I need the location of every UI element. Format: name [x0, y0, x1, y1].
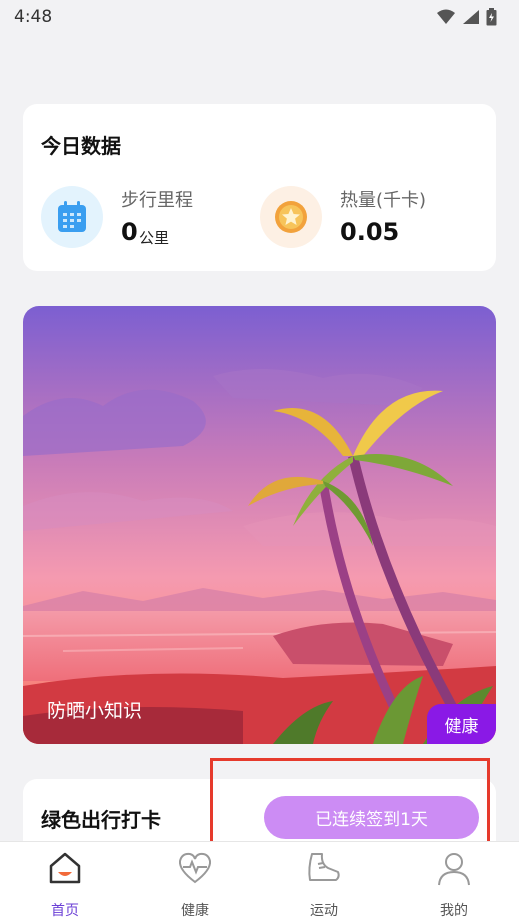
- nav-label-health: 健康: [181, 903, 209, 919]
- nav-item-home[interactable]: 首页: [20, 850, 110, 920]
- banner-tag: 健康: [427, 704, 496, 744]
- status-bar: 4:48: [0, 0, 519, 36]
- signal-icon: [463, 10, 479, 24]
- battery-icon: [486, 8, 497, 26]
- calories-value: 0.05: [340, 218, 400, 246]
- star-coin-icon: [260, 186, 322, 248]
- today-data-title: 今日数据: [41, 134, 121, 158]
- walking-distance-unit: 公里: [139, 229, 170, 247]
- nav-item-health[interactable]: 健康: [150, 850, 240, 920]
- status-time: 4:48: [14, 7, 53, 27]
- wifi-icon: [437, 9, 455, 24]
- home-icon: [49, 852, 81, 884]
- user-icon: [438, 853, 470, 886]
- banner-caption: 防晒小知识: [47, 700, 143, 722]
- nav-label-sport: 运动: [310, 903, 338, 919]
- walking-distance-metric[interactable]: 步行里程 0 公里: [41, 184, 241, 248]
- walking-distance-label: 步行里程: [121, 190, 193, 211]
- calendar-icon: [41, 186, 103, 248]
- walking-distance-value: 0: [121, 218, 138, 246]
- heart-pulse-icon: [178, 852, 212, 884]
- nav-item-sport[interactable]: 运动: [279, 850, 369, 920]
- nav-label-home: 首页: [51, 903, 79, 919]
- calories-metric[interactable]: 热量(千卡) 0.05: [260, 184, 480, 248]
- sun-protection-banner[interactable]: 防晒小知识 健康: [23, 306, 496, 744]
- checkin-title: 绿色出行打卡: [41, 808, 161, 832]
- nav-label-mine: 我的: [440, 903, 468, 919]
- nav-item-mine[interactable]: 我的: [409, 850, 499, 920]
- calories-label: 热量(千卡): [340, 190, 427, 211]
- today-data-card: 今日数据 步行里程 0 公里 热量(千卡) 0.05: [23, 104, 496, 271]
- status-icons: [436, 8, 497, 26]
- banner-illustration: [23, 306, 496, 744]
- sneaker-icon: [308, 853, 340, 881]
- bottom-nav: 首页 健康 运动 我的: [0, 841, 519, 923]
